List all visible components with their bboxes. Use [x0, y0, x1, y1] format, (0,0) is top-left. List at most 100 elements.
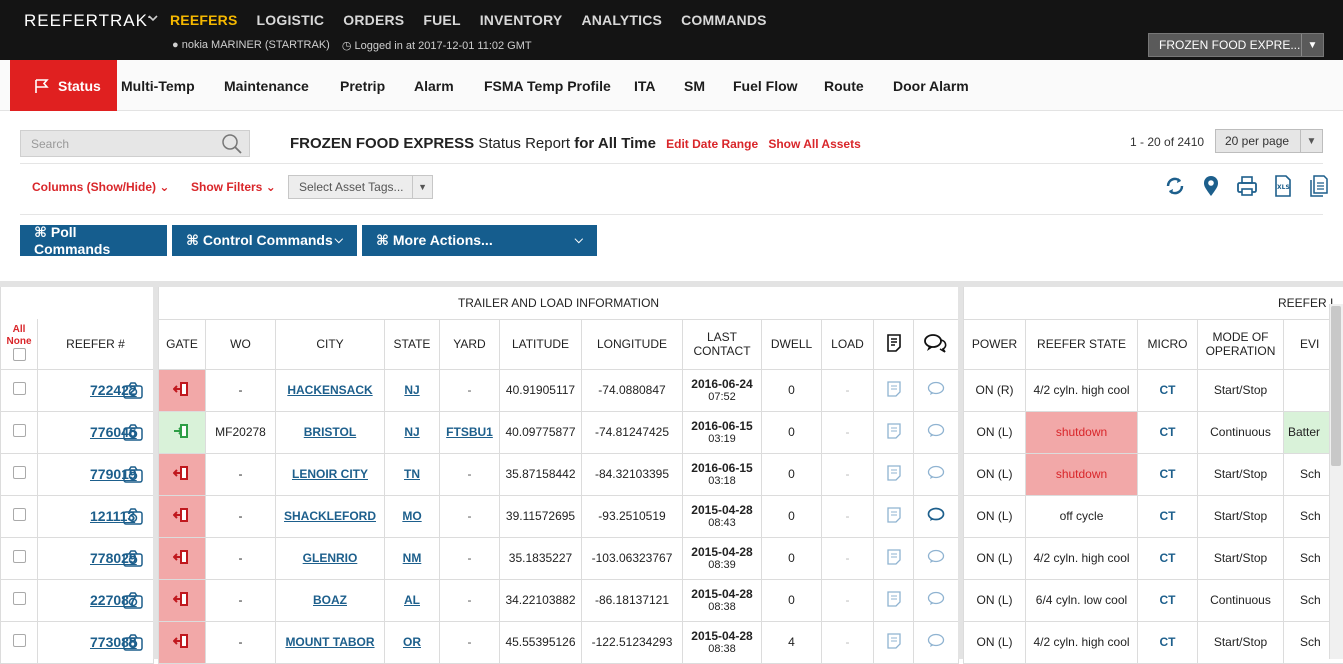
state-link[interactable]: MO [402, 509, 421, 523]
tab-maintenance[interactable]: Maintenance [224, 60, 309, 111]
state-link[interactable]: TN [404, 467, 420, 481]
col-header-reefer-state[interactable]: REEFER STATE [1026, 319, 1138, 369]
notes-header-icon[interactable] [874, 319, 914, 369]
tab-alarm[interactable]: Alarm [414, 60, 454, 111]
nav-commands[interactable]: COMMANDS [681, 12, 767, 28]
col-header-load[interactable]: LOAD [822, 319, 874, 369]
city-link[interactable]: HACKENSACK [287, 383, 372, 397]
notes-icon[interactable] [874, 579, 914, 621]
table-row[interactable]: ON (L)4/2 cyln. high coolCTStart/StopSch [964, 537, 1343, 579]
city-link[interactable]: MOUNT TABOR [285, 635, 374, 649]
state-link[interactable]: OR [403, 635, 421, 649]
micro-cell[interactable]: CT [1138, 537, 1198, 579]
state-link[interactable]: NJ [404, 425, 419, 439]
document-export-icon[interactable] [1307, 174, 1331, 198]
tab-ita[interactable]: ITA [634, 60, 656, 111]
select-all-link[interactable]: All [13, 324, 26, 335]
state-link[interactable]: NM [403, 551, 422, 565]
table-row[interactable]: -LENOIR CITYTN-35.87158442-84.3210339520… [159, 453, 959, 495]
table-row[interactable]: 776046 [1, 411, 154, 453]
messages-icon[interactable] [914, 411, 959, 453]
tab-pretrip[interactable]: Pretrip [340, 60, 385, 111]
col-header-latitude[interactable]: LATITUDE [500, 319, 582, 369]
col-header-gate[interactable]: GATE [159, 319, 206, 369]
tab-fuel-flow[interactable]: Fuel Flow [733, 60, 798, 111]
tab-sm[interactable]: SM [684, 60, 705, 111]
table-row[interactable]: -SHACKLEFORDMO-39.11572695-93.2510519201… [159, 495, 959, 537]
nav-logistic[interactable]: LOGISTIC [257, 12, 325, 28]
col-header-city[interactable]: CITY [276, 319, 385, 369]
tab-route[interactable]: Route [824, 60, 864, 111]
camera-icon[interactable] [123, 592, 143, 612]
select-none-link[interactable]: None [7, 336, 32, 347]
map-pin-icon[interactable] [1199, 174, 1223, 198]
row-checkbox[interactable] [13, 424, 26, 437]
table-row[interactable]: 773088 [1, 621, 154, 663]
show-filters-toggle[interactable]: Show Filters ⌄ [191, 180, 276, 194]
search-icon[interactable] [221, 133, 243, 155]
camera-icon[interactable] [123, 382, 143, 402]
table-row[interactable]: ON (L)6/4 cyln. low coolCTContinuousSch [964, 579, 1343, 621]
table-row[interactable]: 227087 [1, 579, 154, 621]
table-row[interactable]: 722422 [1, 369, 154, 411]
micro-cell[interactable]: CT [1138, 453, 1198, 495]
notes-icon[interactable] [874, 495, 914, 537]
nav-orders[interactable]: ORDERS [343, 12, 404, 28]
row-checkbox[interactable] [13, 508, 26, 521]
city-link[interactable]: SHACKLEFORD [284, 509, 376, 523]
camera-icon[interactable] [123, 466, 143, 486]
refresh-icon[interactable] [1163, 174, 1187, 198]
yard-link[interactable]: FTSBU1 [446, 425, 493, 439]
edit-date-range-link[interactable]: Edit Date Range [666, 137, 758, 151]
row-checkbox[interactable] [13, 592, 26, 605]
nav-fuel[interactable]: FUEL [423, 12, 460, 28]
table-row[interactable]: 778029 [1, 537, 154, 579]
micro-cell[interactable]: CT [1138, 495, 1198, 537]
notes-icon[interactable] [874, 369, 914, 411]
notes-icon[interactable] [874, 621, 914, 663]
notes-icon[interactable] [874, 537, 914, 579]
camera-icon[interactable] [123, 424, 143, 444]
col-header-wo[interactable]: WO [206, 319, 276, 369]
table-row[interactable]: -GLENRIONM-35.1835227-103.063237672015-0… [159, 537, 959, 579]
row-checkbox[interactable] [13, 466, 26, 479]
micro-cell[interactable]: CT [1138, 411, 1198, 453]
row-checkbox[interactable] [13, 550, 26, 563]
tab-door-alarm[interactable]: Door Alarm [893, 60, 969, 111]
messages-icon[interactable] [914, 621, 959, 663]
table-row[interactable]: 121113 [1, 495, 154, 537]
chevron-down-icon[interactable]: ▼ [1300, 130, 1322, 152]
camera-icon[interactable] [123, 508, 143, 528]
messages-icon[interactable] [914, 495, 959, 537]
columns-toggle[interactable]: Columns (Show/Hide) ⌄ [32, 180, 169, 194]
table-row[interactable]: ON (L)4/2 cyln. high coolCTStart/StopSch [964, 621, 1343, 663]
table-row[interactable]: ON (L)off cycleCTStart/StopSch [964, 495, 1343, 537]
more-actions-button[interactable]: ⌘ More Actions...⌵ [362, 225, 597, 256]
state-link[interactable]: NJ [404, 383, 419, 397]
poll-commands-button[interactable]: ⌘ Poll Commands [20, 225, 167, 256]
col-header-longitude[interactable]: LONGITUDE [582, 319, 683, 369]
tab-fsma-temp-profile[interactable]: FSMA Temp Profile [484, 60, 611, 111]
col-header-reefer[interactable]: REEFER # [38, 319, 154, 369]
col-header-micro[interactable]: MICRO [1138, 319, 1198, 369]
nav-analytics[interactable]: ANALYTICS [581, 12, 662, 28]
print-icon[interactable] [1235, 174, 1259, 198]
table-row[interactable]: -MOUNT TABOROR-45.55395126-122.512342932… [159, 621, 959, 663]
tab-status[interactable]: Status [10, 60, 117, 111]
chevron-down-icon[interactable] [147, 12, 159, 27]
notes-icon[interactable] [874, 453, 914, 495]
table-row[interactable]: -HACKENSACKNJ-40.91905117-74.08808472016… [159, 369, 959, 411]
asset-tags-select[interactable]: Select Asset Tags... ▼ [288, 175, 433, 199]
nav-reefers[interactable]: REEFERS [170, 12, 238, 28]
micro-cell[interactable]: CT [1138, 369, 1198, 411]
control-commands-button[interactable]: ⌘ Control Commands⌵ [172, 225, 357, 256]
show-all-assets-link[interactable]: Show All Assets [768, 137, 860, 151]
messages-icon[interactable] [914, 453, 959, 495]
messages-icon[interactable] [914, 369, 959, 411]
micro-cell[interactable]: CT [1138, 579, 1198, 621]
col-header-last-contact[interactable]: LASTCONTACT [683, 319, 762, 369]
scrollbar-thumb[interactable] [1331, 306, 1341, 466]
col-header-power[interactable]: POWER [964, 319, 1026, 369]
select-all-checkbox[interactable] [13, 348, 26, 361]
xls-export-icon[interactable]: XLS [1271, 174, 1295, 198]
